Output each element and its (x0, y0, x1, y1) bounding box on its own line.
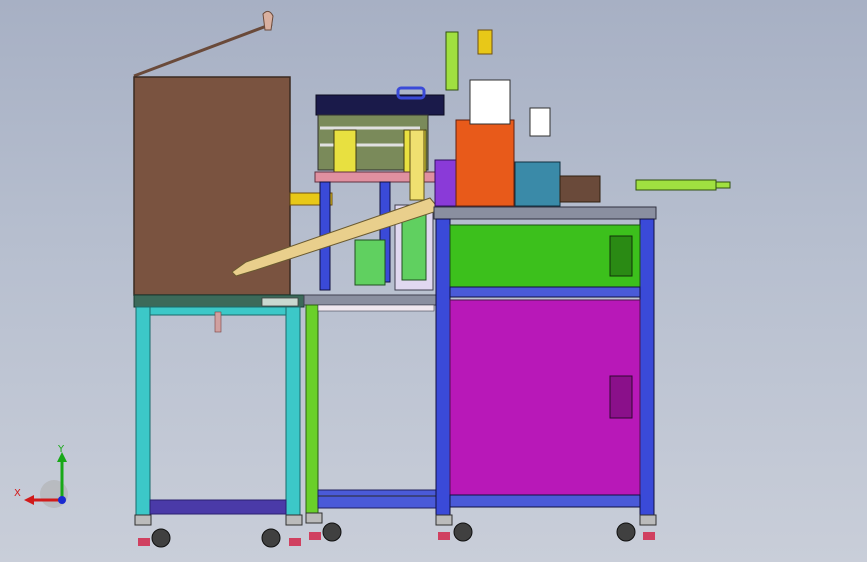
motor (559, 175, 601, 203)
cabinet-post (435, 218, 451, 516)
cylinder (409, 129, 425, 201)
block (354, 239, 386, 286)
orange-block (455, 119, 515, 207)
vertical-cylinder-head (477, 29, 493, 55)
violet-block (434, 159, 458, 207)
cabinet-base (449, 494, 641, 508)
caster (261, 514, 303, 548)
pin (214, 311, 222, 333)
label-plate (261, 297, 299, 307)
door-handle[interactable] (609, 235, 633, 277)
middle-frame-leg (305, 304, 319, 514)
left-table-leg (285, 306, 301, 518)
z-axis-icon (58, 496, 66, 504)
caster (435, 514, 473, 542)
caster (134, 514, 171, 548)
middle-frame-top (303, 294, 437, 306)
sensor (529, 107, 551, 137)
caster (305, 512, 342, 542)
triad-origin (40, 480, 68, 508)
top-plate (433, 206, 657, 220)
hopper-lid (133, 22, 273, 78)
door-handle[interactable] (609, 375, 633, 419)
cylinder-rod (635, 179, 717, 191)
cylinder-tip (715, 181, 731, 189)
cad-viewport[interactable]: Y X (0, 0, 867, 562)
bracket (469, 79, 511, 125)
axis-triad (24, 452, 68, 508)
x-axis-label: X (14, 488, 21, 499)
left-table-shelf (149, 499, 287, 515)
top-beam (315, 94, 445, 116)
middle-frame-rail (317, 304, 435, 312)
motor-housing (514, 161, 561, 207)
vertical-cylinder (445, 31, 459, 91)
left-table-leg (135, 306, 151, 518)
caster (616, 514, 657, 542)
machine-assembly-drawing[interactable] (0, 0, 867, 562)
cabinet-post (639, 218, 655, 516)
cabinet-rail (449, 286, 641, 298)
lid-handle (262, 10, 274, 31)
y-axis-label: Y (58, 444, 65, 455)
handle (396, 86, 426, 100)
middle-frame-base (317, 489, 439, 509)
